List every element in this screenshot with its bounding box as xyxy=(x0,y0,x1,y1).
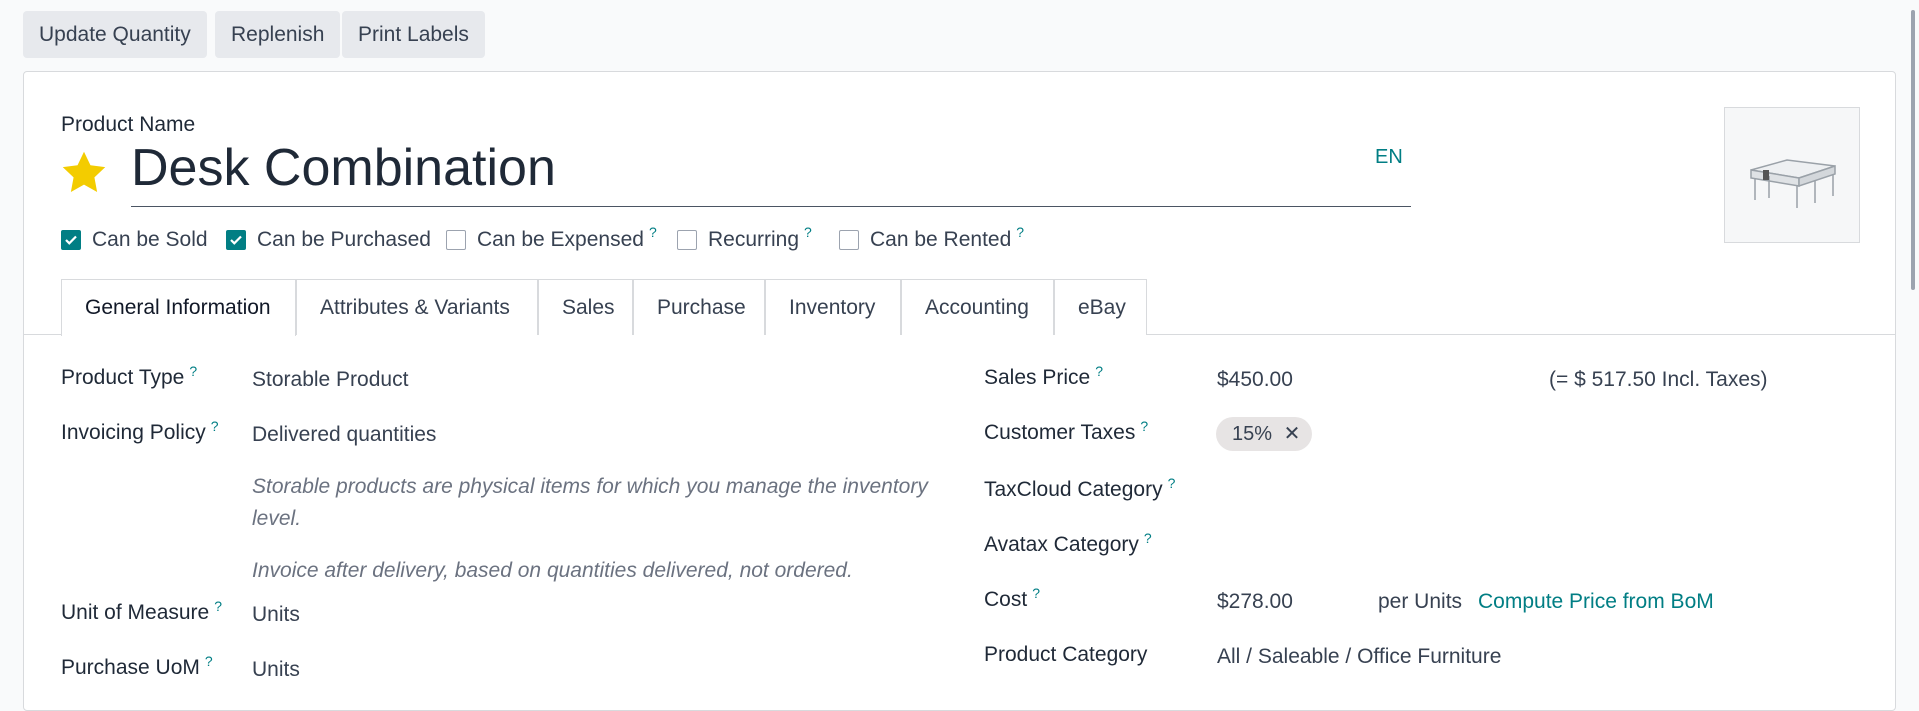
product-category-select[interactable]: All / Saleable / Office Furniture xyxy=(1217,645,1501,669)
purchase-uom-label: Purchase UoM? xyxy=(61,653,213,679)
help-icon[interactable]: ? xyxy=(1168,475,1176,491)
recurring-checkbox[interactable]: Recurring ? xyxy=(677,224,812,255)
help-icon[interactable]: ? xyxy=(214,598,222,614)
print-labels-button[interactable]: Print Labels xyxy=(342,11,485,58)
unit-of-measure-label: Unit of Measure? xyxy=(61,598,223,624)
cost-label: Cost? xyxy=(984,585,1040,611)
product-name-input[interactable]: Desk Combination xyxy=(131,138,556,198)
help-icon[interactable]: ? xyxy=(205,653,213,669)
checkbox-checked-icon xyxy=(226,230,246,250)
help-icon[interactable]: ? xyxy=(1144,530,1152,546)
product-type-label: Product Type? xyxy=(61,363,198,389)
tab-ebay[interactable]: eBay xyxy=(1054,279,1147,335)
avatax-category-label: Avatax Category? xyxy=(984,530,1152,556)
desk-image-icon xyxy=(1750,159,1836,208)
sales-price-input[interactable]: $450.00 xyxy=(1217,368,1293,392)
can-be-purchased-checkbox[interactable]: Can be Purchased xyxy=(226,225,431,255)
invoicing-policy-label: Invoicing Policy? xyxy=(61,418,219,444)
checkbox-empty-icon xyxy=(677,230,697,250)
product-category-label: Product Category xyxy=(984,643,1148,666)
can-be-rented-label: Can be Rented xyxy=(870,228,1012,251)
replenish-button[interactable]: Replenish xyxy=(215,11,341,58)
help-icon[interactable]: ? xyxy=(804,224,812,240)
price-incl-taxes: (= $ 517.50 Incl. Taxes) xyxy=(1549,368,1768,391)
cost-input[interactable]: $278.00 xyxy=(1217,590,1293,614)
scrollbar-thumb[interactable] xyxy=(1911,10,1915,290)
invoicing-policy-select[interactable]: Delivered quantities xyxy=(252,423,436,447)
customer-taxes-label: Customer Taxes? xyxy=(984,418,1149,444)
can-be-expensed-label: Can be Expensed xyxy=(477,228,644,251)
storable-products-note: Storable products are physical items for… xyxy=(252,475,928,530)
star-icon[interactable] xyxy=(59,148,109,198)
product-name-underline xyxy=(131,206,1411,207)
can-be-purchased-label: Can be Purchased xyxy=(257,228,431,251)
product-name-label: Product Name xyxy=(61,113,196,136)
help-icon[interactable]: ? xyxy=(1032,585,1040,601)
product-type-select[interactable]: Storable Product xyxy=(252,368,408,392)
sales-price-label: Sales Price? xyxy=(984,363,1104,389)
tab-accounting[interactable]: Accounting xyxy=(901,279,1054,335)
help-icon[interactable]: ? xyxy=(1016,224,1024,240)
can-be-sold-label: Can be Sold xyxy=(92,228,208,251)
taxcloud-category-label: TaxCloud Category? xyxy=(984,475,1176,501)
checkbox-empty-icon xyxy=(839,230,859,250)
language-button[interactable]: EN xyxy=(1375,146,1403,169)
purchase-uom-select[interactable]: Units xyxy=(252,658,300,682)
checkbox-checked-icon xyxy=(61,230,81,250)
help-icon[interactable]: ? xyxy=(1095,363,1103,379)
help-icon[interactable]: ? xyxy=(649,224,657,240)
remove-tag-icon[interactable]: ✕ xyxy=(1284,423,1301,445)
tab-inventory[interactable]: Inventory xyxy=(765,279,901,335)
product-image[interactable] xyxy=(1724,107,1860,243)
invoice-policy-note: Invoice after delivery, based on quantit… xyxy=(252,559,853,582)
tab-general-information[interactable]: General Information xyxy=(61,279,296,336)
compute-price-from-bom-link[interactable]: Compute Price from BoM xyxy=(1478,590,1714,614)
checkbox-empty-icon xyxy=(446,230,466,250)
tab-purchase[interactable]: Purchase xyxy=(633,279,765,335)
cost-uom-text: per Units xyxy=(1378,590,1463,613)
can-be-rented-checkbox[interactable]: Can be Rented ? xyxy=(839,224,1024,255)
unit-of-measure-select[interactable]: Units xyxy=(252,603,300,627)
help-icon[interactable]: ? xyxy=(1140,418,1148,434)
can-be-expensed-checkbox[interactable]: Can be Expensed ? xyxy=(446,224,657,255)
tax-tag-15: 15% ✕ xyxy=(1216,417,1313,451)
tab-sales[interactable]: Sales xyxy=(538,279,633,335)
help-icon[interactable]: ? xyxy=(211,418,219,434)
update-quantity-button[interactable]: Update Quantity xyxy=(23,11,207,58)
tab-attributes-variants[interactable]: Attributes & Variants xyxy=(296,279,538,335)
help-icon[interactable]: ? xyxy=(189,363,197,379)
can-be-sold-checkbox[interactable]: Can be Sold xyxy=(61,225,208,255)
recurring-label: Recurring xyxy=(708,228,800,251)
